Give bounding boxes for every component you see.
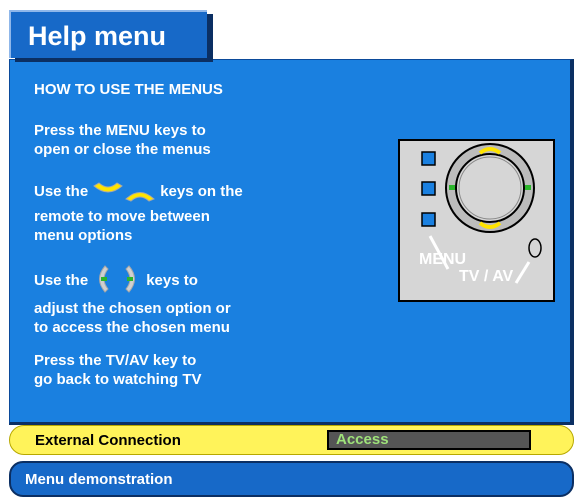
- remote-square-button-1: [421, 151, 436, 166]
- updown-instruction-suffix: keys on the: [160, 183, 243, 200]
- help-heading: HOW TO USE THE MENUS: [34, 81, 223, 98]
- help-menu-title-tab: Help menu: [9, 10, 207, 58]
- remote-control-diagram: MENU TV / AV: [398, 139, 555, 302]
- remote-direction-ring: [445, 143, 535, 233]
- menu-key-instruction: Press the MENU keys to open or close the…: [34, 121, 211, 159]
- remote-tvav-label: TV / AV: [459, 268, 514, 285]
- updown-key-instruction: Use the keys on the remote to move betwe…: [34, 182, 243, 245]
- updown-instruction-line-3: menu options: [34, 227, 133, 244]
- tvav-pointer-line: [514, 261, 531, 284]
- remote-square-button-2: [421, 181, 436, 196]
- external-connection-label: External Connection: [35, 432, 181, 449]
- external-connection-row[interactable]: External Connection Access: [9, 425, 574, 455]
- leftright-instruction-line-3: to access the chosen menu: [34, 319, 230, 336]
- updown-instruction-line-2: remote to move between: [34, 208, 210, 225]
- menu-instruction-line-1: Press the MENU keys to: [34, 122, 206, 139]
- menu-instruction-line-2: open or close the menus: [34, 141, 211, 158]
- leftright-instruction-line-2: adjust the chosen option or: [34, 300, 231, 317]
- tvav-instruction-line-1: Press the TV/AV key to: [34, 352, 197, 369]
- tvav-button: [528, 238, 542, 258]
- tvav-instruction-line-2: go back to watching TV: [34, 371, 202, 388]
- leftright-key-instruction: Use the keys to adjust the chosen option…: [34, 264, 231, 337]
- tvav-key-instruction: Press the TV/AV key to go back to watchi…: [34, 351, 202, 389]
- help-panel: HOW TO USE THE MENUS Press the MENU keys…: [9, 59, 574, 425]
- menu-demonstration-bar[interactable]: Menu demonstration: [9, 461, 574, 497]
- up-down-arrow-keys-icon: [92, 182, 156, 207]
- page-title: Help menu: [28, 21, 167, 51]
- leftright-instruction-prefix: Use the: [34, 272, 89, 289]
- updown-instruction-prefix: Use the: [34, 183, 89, 200]
- leftright-instruction-suffix: keys to: [146, 272, 198, 289]
- remote-square-button-3: [421, 212, 436, 227]
- external-connection-value[interactable]: Access: [327, 430, 531, 450]
- menu-demonstration-label: Menu demonstration: [25, 471, 173, 488]
- left-right-arrow-keys-icon: [92, 264, 142, 299]
